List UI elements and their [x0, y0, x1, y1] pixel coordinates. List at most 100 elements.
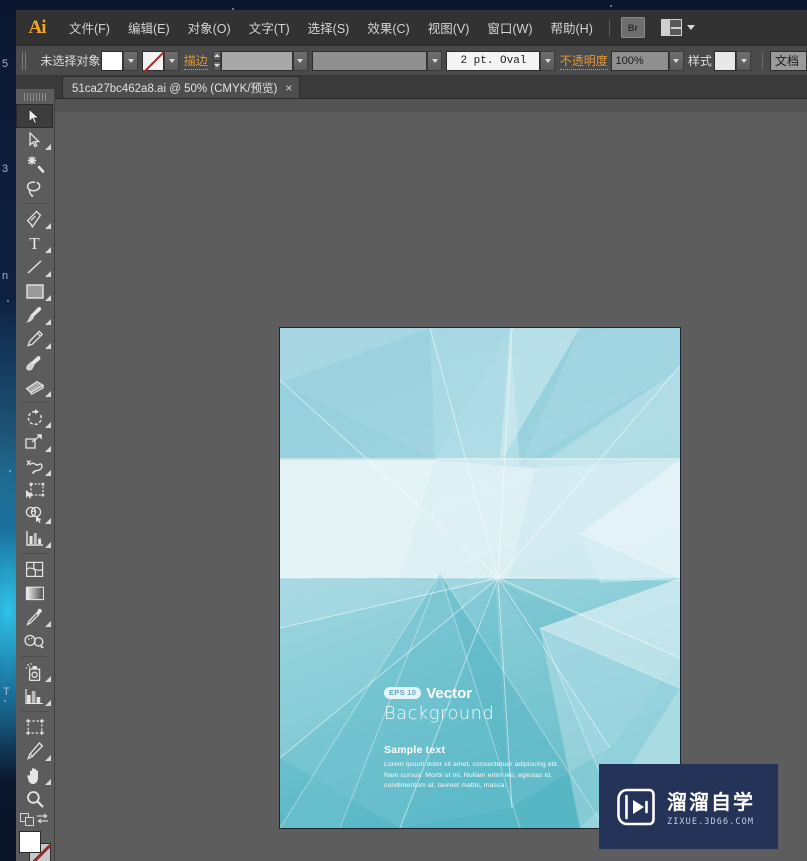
- stroke-weight-stepper[interactable]: [212, 50, 221, 71]
- menu-type[interactable]: 文字(T): [240, 12, 299, 43]
- stroke-weight-dropdown-button[interactable]: [292, 50, 308, 71]
- direct-selection-tool[interactable]: [16, 128, 53, 152]
- line-segment-tool[interactable]: [16, 255, 53, 279]
- stepper-down-button[interactable]: [212, 60, 221, 71]
- tool-submenu-indicator: [45, 271, 51, 277]
- artwork-title-line2: Background: [384, 703, 495, 724]
- lasso-tool[interactable]: [16, 176, 53, 200]
- close-icon[interactable]: ×: [285, 82, 292, 94]
- width-profile-control[interactable]: [312, 50, 443, 71]
- blob-brush-tool[interactable]: [16, 351, 53, 375]
- tools-panel-grip[interactable]: [24, 92, 46, 102]
- chevron-down-icon: [673, 58, 680, 63]
- zoom-tool[interactable]: [16, 787, 53, 811]
- fill-swatch-tool[interactable]: [19, 831, 41, 853]
- brush-definition-dropdown-button[interactable]: [540, 50, 556, 71]
- tools-divider: [21, 402, 49, 403]
- menu-select[interactable]: 选择(S): [299, 12, 359, 43]
- slice-tool[interactable]: [16, 739, 53, 763]
- opacity-dropdown-button[interactable]: [668, 50, 684, 71]
- fill-dropdown-button[interactable]: [123, 50, 139, 71]
- menu-file[interactable]: 文件(F): [60, 12, 119, 43]
- chevron-down-icon: [686, 25, 695, 30]
- swap-fill-stroke-control[interactable]: [16, 811, 54, 827]
- chevron-down-icon: [127, 58, 134, 63]
- stroke-color-control[interactable]: [142, 50, 180, 71]
- brush-definition-control[interactable]: 2 pt. Oval: [446, 50, 556, 71]
- opacity-label[interactable]: 不透明度: [559, 52, 608, 70]
- symbol-sprayer-tool[interactable]: [16, 660, 53, 684]
- blend-tool[interactable]: [16, 629, 53, 653]
- stroke-weight-input[interactable]: [220, 50, 293, 71]
- width-profile-input[interactable]: [312, 50, 428, 71]
- pencil-tool[interactable]: [16, 327, 53, 351]
- rectangle-tool[interactable]: [16, 279, 53, 303]
- tool-submenu-indicator: [45, 144, 51, 150]
- graphic-style-control[interactable]: [714, 50, 752, 71]
- selection-tool[interactable]: [16, 104, 53, 128]
- magic-wand-tool[interactable]: [16, 152, 53, 176]
- menu-window[interactable]: 窗口(W): [478, 12, 541, 43]
- column-graph-tool[interactable]: [16, 684, 53, 708]
- tools-divider: [21, 203, 49, 204]
- tool-submenu-indicator: [45, 391, 51, 397]
- free-transform-tool[interactable]: [16, 478, 53, 502]
- document-tab-bar: 51ca27bc462a8.ai @ 50% (CMYK/预览) ×: [16, 76, 807, 99]
- opacity-control[interactable]: 100%: [610, 50, 684, 71]
- menu-help[interactable]: 帮助(H): [542, 12, 602, 43]
- stroke-swatch-none-icon[interactable]: [142, 50, 165, 71]
- shape-builder-tool[interactable]: [16, 502, 53, 526]
- illustrator-logo-icon[interactable]: Ai: [22, 14, 52, 42]
- artwork-subtitle: Sample text: [384, 744, 446, 756]
- scale-tool[interactable]: [16, 430, 53, 454]
- stroke-weight-field-group[interactable]: [220, 50, 308, 71]
- width-tool[interactable]: [16, 454, 53, 478]
- tools-divider: [21, 553, 49, 554]
- watermark-brand-name: 溜溜自学: [667, 790, 755, 814]
- fill-control[interactable]: [101, 50, 139, 71]
- arrange-documents-button[interactable]: [660, 19, 695, 36]
- hand-tool[interactable]: [16, 763, 53, 787]
- menu-edit[interactable]: 编辑(E): [119, 12, 179, 43]
- menu-object[interactable]: 对象(O): [179, 12, 240, 43]
- stroke-weight-label[interactable]: 描边: [183, 52, 208, 70]
- brush-definition-input[interactable]: 2 pt. Oval: [446, 50, 541, 71]
- tools-divider: [21, 711, 49, 712]
- selection-status-label: 未选择对象: [40, 54, 101, 68]
- fill-stroke-swatches[interactable]: [16, 829, 53, 861]
- artboard-tool[interactable]: [16, 715, 53, 739]
- watermark-url: ZIXUE.3D66.COM: [667, 817, 755, 827]
- tool-submenu-indicator: [45, 676, 51, 682]
- tool-submenu-indicator: [45, 542, 51, 548]
- eraser-tool[interactable]: [16, 375, 53, 399]
- opacity-input[interactable]: 100%: [610, 50, 669, 71]
- arrange-documents-icon: [660, 19, 682, 36]
- mesh-tool[interactable]: [16, 557, 53, 581]
- menu-effect[interactable]: 效果(C): [358, 12, 418, 43]
- graphic-style-dropdown-button[interactable]: [736, 50, 752, 71]
- swap-fill-stroke-icon[interactable]: [25, 817, 34, 826]
- type-tool[interactable]: T: [16, 231, 53, 255]
- eyedropper-tool[interactable]: [16, 605, 53, 629]
- document-tab[interactable]: 51ca27bc462a8.ai @ 50% (CMYK/预览) ×: [62, 76, 301, 98]
- control-bar-grip[interactable]: [22, 51, 27, 70]
- artwork-vector-word: Vector: [426, 685, 473, 702]
- fill-swatch[interactable]: [101, 50, 124, 71]
- artboard[interactable]: EPS 10 Vector Background Sample text Lore…: [279, 327, 681, 829]
- tool-submenu-indicator: [45, 343, 51, 349]
- go-to-bridge-icon[interactable]: Br: [620, 17, 645, 38]
- paintbrush-tool[interactable]: [16, 303, 53, 327]
- rotate-tool[interactable]: [16, 406, 53, 430]
- chevron-down-icon: [168, 58, 175, 63]
- stroke-dropdown-button[interactable]: [164, 50, 180, 71]
- graph-tool[interactable]: [16, 526, 53, 550]
- menu-view[interactable]: 视图(V): [419, 12, 479, 43]
- pen-tool[interactable]: [16, 207, 53, 231]
- width-profile-dropdown-button[interactable]: [427, 50, 443, 71]
- document-setup-button[interactable]: 文档: [769, 50, 807, 71]
- stepper-up-button[interactable]: [212, 50, 221, 61]
- graphic-style-swatch[interactable]: [714, 50, 737, 71]
- document-canvas[interactable]: EPS 10 Vector Background Sample text Lore…: [55, 112, 807, 861]
- gradient-tool[interactable]: [16, 581, 53, 605]
- desktop-glyph-3: 3: [2, 163, 9, 175]
